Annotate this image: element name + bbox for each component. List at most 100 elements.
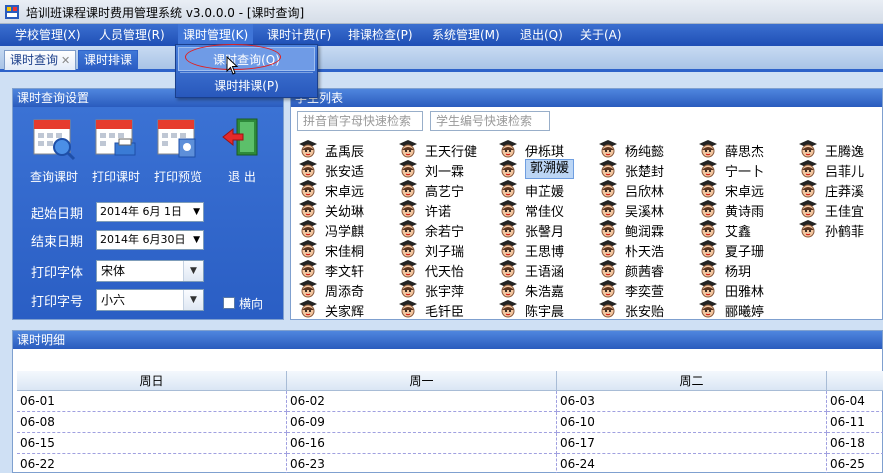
menu-school[interactable]: 学校管理(X) — [10, 24, 86, 46]
student-list-body: 拼音首字母快速检索 学生编号快速检索 孟禹辰 张安适 宋卓远 关幼琳 冯学麒 宋佳桐 李文轩… — [291, 107, 882, 320]
table-cell[interactable]: 06-18 — [827, 433, 883, 454]
column-header-sunday[interactable]: 周日 — [17, 371, 287, 391]
exit-button[interactable]: 退 出 — [213, 117, 271, 185]
student-avatar-icon — [599, 280, 617, 298]
table-cell[interactable]: 06-01 — [17, 391, 287, 412]
student-avatar-icon — [699, 180, 717, 198]
student-avatar-icon — [599, 260, 617, 278]
student-avatar-icon — [699, 240, 717, 258]
button-label: 退 出 — [228, 170, 256, 184]
table-cell[interactable]: 06-25 — [827, 454, 883, 473]
query-settings-panel: 课时查询设置 查询课时 打印课时 打印预览 退 出 起始日期 2014年 6月 … — [12, 88, 284, 320]
student-name: 孟禹辰 — [325, 145, 365, 160]
student-avatar-icon — [599, 220, 617, 238]
table-cell[interactable]: 06-04 — [827, 391, 883, 412]
menu-lesson-billing[interactable]: 课时计费(F) — [262, 24, 336, 46]
table-cell[interactable]: 06-10 — [557, 412, 827, 433]
student-name: 庄莽溪 — [825, 185, 865, 200]
student-avatar-icon — [499, 160, 517, 178]
print-preview-button[interactable]: 打印预览 — [149, 117, 207, 185]
student-name: 张楚封 — [625, 165, 665, 180]
preview-calendar-icon — [157, 119, 196, 158]
button-label: 打印预览 — [153, 170, 202, 184]
table-cell[interactable]: 06-23 — [287, 454, 557, 473]
tab-lesson-schedule[interactable]: 课时排课 — [78, 50, 139, 70]
query-lessons-button[interactable]: 查询课时 — [25, 117, 83, 185]
student-avatar-icon — [299, 280, 317, 298]
student-name: 宋卓远 — [325, 185, 365, 200]
student-name: 朴天浩 — [625, 245, 665, 260]
student-avatar-icon — [699, 300, 717, 318]
menu-about[interactable]: 关于(A) — [575, 24, 627, 46]
table-cell[interactable]: 06-16 — [287, 433, 557, 454]
table-cell[interactable]: 06-11 — [827, 412, 883, 433]
print-lessons-button[interactable]: 打印课时 — [87, 117, 145, 185]
student-name: 刘子瑞 — [425, 245, 465, 260]
end-date-picker[interactable]: 2014年 6月30日 ▼ — [96, 230, 204, 250]
table-cell[interactable]: 06-22 — [17, 454, 287, 473]
chevron-down-icon[interactable]: ▼ — [183, 261, 203, 281]
student-avatar-icon — [699, 200, 717, 218]
student-avatar-icon — [799, 140, 817, 158]
menu-item-lesson-schedule[interactable]: 课时排课(P) — [178, 74, 315, 98]
student-avatar-icon — [499, 180, 517, 198]
student-name: 黄诗雨 — [725, 205, 765, 220]
student-name: 王天行健 — [425, 145, 478, 160]
table-cell[interactable]: 06-24 — [557, 454, 827, 473]
search-calendar-icon — [33, 119, 76, 161]
chevron-down-icon: ▼ — [193, 235, 200, 245]
print-font-select[interactable]: 宋体 ▼ — [96, 260, 204, 282]
column-header-monday[interactable]: 周一 — [287, 371, 557, 391]
print-size-select[interactable]: 小六 ▼ — [96, 289, 204, 311]
student-avatar-icon — [699, 160, 717, 178]
menu-system[interactable]: 系统管理(M) — [427, 24, 505, 46]
close-icon[interactable]: ✕ — [61, 54, 70, 67]
print-size-label: 打印字号 — [31, 295, 84, 310]
app-icon — [5, 5, 19, 19]
query-settings-body: 查询课时 打印课时 打印预览 退 出 起始日期 2014年 6月 1日 ▼ 结束… — [13, 107, 283, 319]
student-avatar-icon — [399, 140, 417, 158]
student-name: 孙鹤菲 — [825, 225, 865, 240]
student-name: 高艺宁 — [425, 185, 465, 200]
student-avatar-icon — [799, 200, 817, 218]
student-name: 艾鑫 — [725, 225, 752, 240]
column-header-wednesday[interactable] — [827, 371, 883, 391]
print-size-value: 小六 — [101, 293, 126, 307]
student-avatar-icon — [299, 200, 317, 218]
menu-exit[interactable]: 退出(Q) — [515, 24, 568, 46]
menu-lesson-management[interactable]: 课时管理(K) — [178, 24, 254, 46]
table-cell[interactable]: 06-09 — [287, 412, 557, 433]
student-name: 张安贻 — [625, 305, 665, 320]
chevron-down-icon: ▼ — [193, 207, 200, 217]
student-id-search-input[interactable]: 学生编号快速检索 — [430, 111, 550, 131]
menu-bar: 学校管理(X) 人员管理(R) 课时管理(K) 课时计费(F) 排课检查(P) … — [0, 24, 883, 46]
student-name: 毛钎臣 — [425, 305, 465, 320]
panel-title: 课时明细 — [13, 331, 882, 349]
table-cell[interactable]: 06-08 — [17, 412, 287, 433]
student-name: 朱浩嘉 — [525, 285, 565, 300]
landscape-checkbox[interactable] — [223, 297, 235, 309]
table-cell[interactable]: 06-15 — [17, 433, 287, 454]
menu-personnel[interactable]: 人员管理(R) — [94, 24, 170, 46]
student-name: 吕菲儿 — [825, 165, 865, 180]
tab-strip: 课时查询 ✕ 课时排课 — [0, 46, 883, 72]
table-cell[interactable]: 06-03 — [557, 391, 827, 412]
student-avatar-icon — [499, 240, 517, 258]
student-avatar-icon — [499, 300, 517, 318]
student-avatar-icon — [399, 300, 417, 318]
table-cell[interactable]: 06-17 — [557, 433, 827, 454]
menu-schedule-check[interactable]: 排课检查(P) — [343, 24, 418, 46]
column-header-tuesday[interactable]: 周二 — [557, 371, 827, 391]
student-avatar-icon — [699, 220, 717, 238]
student-name: 张謦月 — [525, 225, 565, 240]
student-name: 许诺 — [425, 205, 452, 220]
student-name: 王语涵 — [525, 265, 565, 280]
tab-lesson-query[interactable]: 课时查询 ✕ — [4, 50, 77, 70]
chevron-down-icon[interactable]: ▼ — [183, 290, 203, 310]
student-avatar-icon — [599, 300, 617, 318]
table-cell[interactable]: 06-02 — [287, 391, 557, 412]
student-name: 颜茜睿 — [625, 265, 665, 280]
pinyin-search-input[interactable]: 拼音首字母快速检索 — [297, 111, 423, 131]
student-name: 李奕萱 — [625, 285, 665, 300]
start-date-picker[interactable]: 2014年 6月 1日 ▼ — [96, 202, 204, 222]
